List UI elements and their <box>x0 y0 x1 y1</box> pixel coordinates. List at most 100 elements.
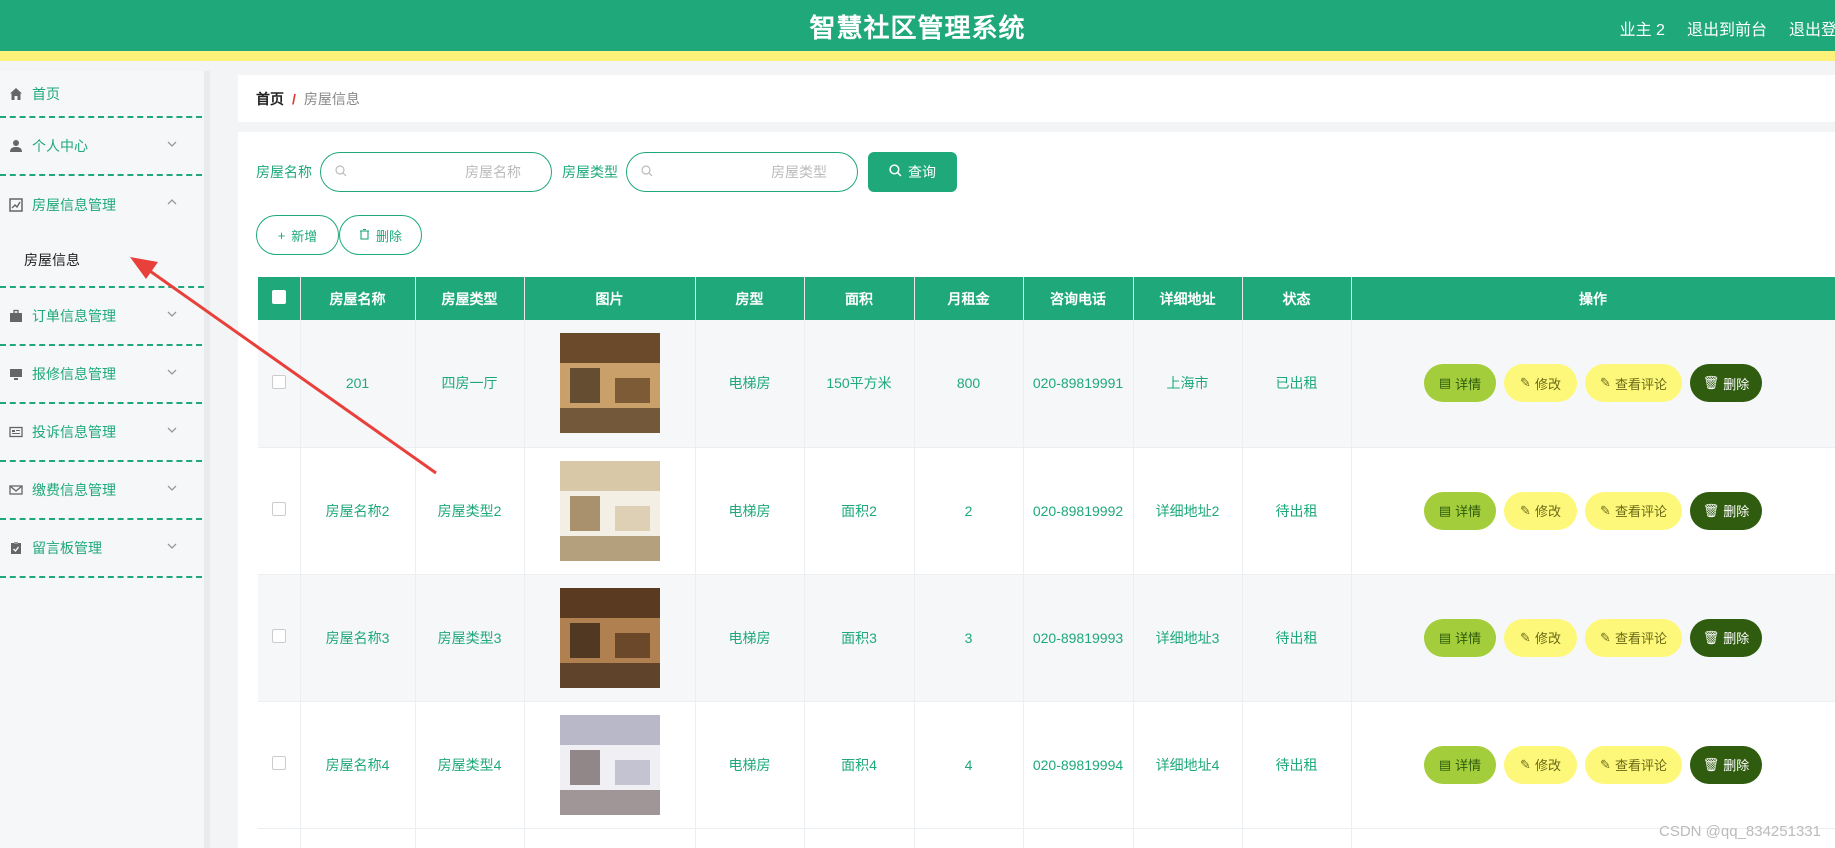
edit-label: 修改 <box>1534 504 1561 519</box>
sidebar-item-label: 缴费信息管理 <box>32 482 116 498</box>
document-icon: ▤ <box>1438 502 1452 518</box>
view-reviews-button[interactable]: ✎ 查看评论 <box>1585 364 1682 403</box>
breadcrumb-home[interactable]: 首页 <box>256 89 284 109</box>
detail-button[interactable]: ▤ 详情 <box>1424 618 1496 657</box>
document-icon: ▤ <box>1438 375 1452 391</box>
delete-row-button[interactable]: 🗑 删除 <box>1690 491 1762 530</box>
breadcrumb: 首页 / 房屋信息 <box>238 75 1835 122</box>
house-type-cell: 四房一厅 <box>415 320 525 448</box>
phone-cell: 020-89819993 <box>1023 574 1134 702</box>
room-photo[interactable] <box>559 587 660 688</box>
column-header: 月租金 <box>914 277 1024 320</box>
sidebar-item-message-board[interactable]: 留言板管理 <box>0 520 202 578</box>
edit-button[interactable]: ✎ 修改 <box>1504 745 1577 784</box>
house-name-label: 房屋名称 <box>256 164 312 180</box>
sidebar-item-payments[interactable]: 缴费信息管理 <box>0 462 202 520</box>
review-label: 查看评论 <box>1614 376 1667 392</box>
house-style-cell: 电梯房 <box>695 447 805 575</box>
view-reviews-button[interactable]: ✎ 查看评论 <box>1585 745 1682 784</box>
trash-icon: 🗑 <box>1702 502 1720 518</box>
table-cell <box>1133 828 1243 848</box>
area-cell: 150平方米 <box>804 320 915 448</box>
row-select-cell[interactable] <box>258 701 301 829</box>
edit-label: 修改 <box>1534 376 1561 392</box>
row-select-cell[interactable] <box>258 447 301 575</box>
table-cell <box>914 828 1024 848</box>
query-button[interactable]: 查询 <box>868 152 957 192</box>
sidebar-item-home[interactable]: 首页 <box>0 71 202 118</box>
sidebar-item-complaints[interactable]: 投诉信息管理 <box>0 404 202 462</box>
image-cell <box>524 574 696 702</box>
rent-cell: 4 <box>914 701 1024 829</box>
front-page-link[interactable]: 退出到前台 <box>1687 16 1767 40</box>
edit-button[interactable]: ✎ 修改 <box>1504 618 1577 657</box>
watermark: CSDN @qq_834251331 <box>1658 823 1821 840</box>
plus-icon: + <box>277 227 286 243</box>
table-row: 房屋名称2 房屋类型2 电梯房 面积2 2 020-89819992 详细地址2… <box>258 447 1835 575</box>
edit-button[interactable]: ✎ 修改 <box>1504 491 1577 530</box>
row-checkbox[interactable] <box>271 502 286 516</box>
area-cell: 面积3 <box>804 574 915 702</box>
row-select-cell[interactable] <box>258 574 301 702</box>
delete-row-button[interactable]: 🗑 删除 <box>1690 364 1762 403</box>
review-label: 查看评论 <box>1614 504 1667 519</box>
view-reviews-button[interactable]: ✎ 查看评论 <box>1585 491 1682 530</box>
select-all-checkbox[interactable] <box>271 290 286 304</box>
row-checkbox[interactable] <box>271 756 286 770</box>
area-cell: 面积2 <box>804 447 915 575</box>
pencil-icon: ✎ <box>1520 756 1531 772</box>
sidebar-item-label: 留言板管理 <box>32 540 102 556</box>
row-checkbox[interactable] <box>271 374 286 389</box>
sidebar-item-orders[interactable]: 订单信息管理 <box>0 288 202 346</box>
row-select-cell[interactable] <box>258 320 301 448</box>
edit-button[interactable]: ✎ 修改 <box>1504 364 1577 403</box>
search-icon <box>335 164 347 180</box>
trash-icon <box>359 228 370 243</box>
detail-button[interactable]: ▤ 详情 <box>1424 364 1496 403</box>
action-bar: + 新增 删除 <box>256 215 422 255</box>
detail-button[interactable]: ▤ 详情 <box>1424 491 1496 530</box>
delete-label: 删除 <box>1723 504 1750 519</box>
pencil-icon: ✎ <box>1600 756 1611 772</box>
delete-row-button[interactable]: 🗑 删除 <box>1690 618 1762 657</box>
chevron-down-icon <box>166 137 180 151</box>
batch-delete-button[interactable]: 删除 <box>339 215 422 255</box>
row-checkbox[interactable] <box>271 629 286 643</box>
detail-button[interactable]: ▤ 详情 <box>1424 745 1496 784</box>
chevron-down-icon <box>166 423 180 437</box>
sidebar: 首页 个人中心 房屋信息管理 房屋信息 订单信息管理 报修信息管理 投诉信息管理 <box>0 71 210 848</box>
column-header: 状态 <box>1242 277 1352 320</box>
sidebar-subitem-house-info[interactable]: 房屋信息 <box>0 234 204 288</box>
logout-link[interactable]: 退出登录 <box>1789 16 1835 40</box>
query-button-label: 查询 <box>908 164 936 180</box>
room-photo[interactable] <box>559 460 660 561</box>
chart-icon <box>8 197 24 213</box>
column-header: 图片 <box>524 277 696 320</box>
room-photo[interactable] <box>559 333 660 434</box>
chevron-down-icon <box>166 481 180 495</box>
add-button[interactable]: + 新增 <box>256 215 339 255</box>
room-photo[interactable] <box>559 714 660 815</box>
sidebar-item-profile[interactable]: 个人中心 <box>0 118 202 176</box>
address-cell: 上海市 <box>1133 320 1243 448</box>
user-icon <box>8 138 24 154</box>
house-type-label: 房屋类型 <box>562 164 618 180</box>
house-type-input[interactable]: 房屋类型 <box>626 152 858 192</box>
select-all-cell[interactable] <box>258 277 301 320</box>
image-cell <box>524 320 696 448</box>
breadcrumb-current: 房屋信息 <box>303 90 360 107</box>
review-label: 查看评论 <box>1614 631 1667 646</box>
delete-row-button[interactable]: 🗑 删除 <box>1690 745 1762 784</box>
row-actions: ▤ 详情 ✎ 修改 ✎ 查看评论 🗑 删除 <box>1352 491 1835 530</box>
view-reviews-button[interactable]: ✎ 查看评论 <box>1585 618 1682 657</box>
sidebar-item-house-management[interactable]: 房屋信息管理 <box>0 176 202 234</box>
trash-icon: 🗑 <box>1702 629 1720 645</box>
house-name-input[interactable]: 房屋名称 <box>320 152 552 192</box>
row-actions: ▤ 详情 ✎ 修改 ✎ 查看评论 🗑 删除 <box>1352 364 1835 403</box>
table-cell <box>415 828 525 848</box>
sidebar-item-repairs[interactable]: 报修信息管理 <box>0 346 202 404</box>
column-header: 详细地址 <box>1133 277 1243 320</box>
table-cell <box>1242 828 1352 848</box>
rent-cell: 3 <box>914 574 1024 702</box>
user-name-link[interactable]: 业主 2 <box>1620 16 1665 40</box>
